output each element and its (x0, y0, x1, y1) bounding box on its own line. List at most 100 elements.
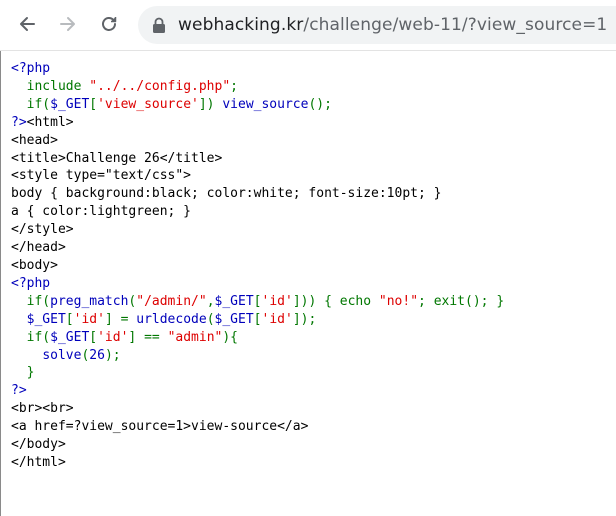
reload-icon (99, 14, 119, 34)
source-line: $_GET['id'] = urldecode($_GET['id']); (11, 311, 616, 329)
source-token (11, 79, 27, 94)
source-token: body { background:black; color:white; fo… (11, 186, 442, 202)
arrow-left-icon (17, 14, 37, 34)
source-token: $_GET (26, 311, 66, 327)
source-token: <body> (11, 257, 58, 273)
source-token: "/admin/" (136, 293, 207, 309)
source-line: <body> (11, 257, 616, 275)
source-token (11, 312, 27, 327)
source-token: 'id' (97, 329, 129, 345)
source-line: if($_GET['view_source']) view_source(); (11, 96, 616, 114)
source-token: ( (206, 311, 215, 327)
back-button[interactable] (12, 9, 42, 39)
arrow-right-icon (58, 14, 78, 34)
source-token: 26 (89, 347, 105, 363)
source-token: </html> (11, 454, 66, 470)
url-path: /challenge/web-11/?view_source=1 (303, 15, 608, 35)
source-token: view_source (222, 96, 309, 112)
source-token: "no!" (378, 293, 419, 309)
source-line: <head> (11, 132, 616, 150)
address-bar[interactable]: webhacking.kr/challenge/web-11/?view_sou… (138, 6, 616, 44)
source-token: if( (26, 96, 51, 112)
source-token (11, 365, 27, 380)
source-token: include (26, 78, 90, 94)
source-line: <title>Challenge 26</title> (11, 150, 616, 168)
source-line: if(preg_match("/admin/",$_GET['id'])) { … (11, 293, 616, 311)
source-token: $_GET (50, 96, 90, 112)
forward-button[interactable] (53, 9, 83, 39)
page-content: <?php include "../../config.php"; if($_G… (0, 51, 616, 516)
source-line: solve(26); (11, 347, 616, 365)
source-line: </head> (11, 239, 616, 257)
source-token: ; exit(); } (418, 293, 505, 309)
source-token: [ (89, 329, 98, 345)
source-line: <?php (11, 60, 616, 78)
source-token (11, 330, 27, 345)
source-token: , (206, 293, 215, 309)
source-token: ){ (222, 329, 239, 345)
source-token: (); (308, 96, 332, 112)
source-token: solve (42, 347, 82, 363)
url-text[interactable]: webhacking.kr/challenge/web-11/?view_sou… (178, 15, 607, 35)
php-source-code: <?php include "../../config.php"; if($_G… (1, 51, 616, 472)
source-line: <br><br> (11, 400, 616, 418)
source-token (11, 348, 42, 363)
source-line: ?> (11, 382, 616, 400)
source-line: body { background:black; color:white; fo… (11, 185, 616, 203)
source-token: </head> (11, 240, 66, 256)
source-line: a { color:lightgreen; } (11, 203, 616, 221)
source-token: <br><br> (11, 401, 74, 417)
source-line: <?php (11, 275, 616, 293)
source-token: ?> (11, 383, 27, 399)
source-token: [ (65, 311, 74, 327)
source-token: 'view_source' (97, 96, 199, 112)
source-token: ; (230, 78, 238, 94)
source-token: a { color:lightgreen; } (11, 204, 192, 220)
source-token (11, 97, 27, 112)
source-token: urldecode (136, 311, 207, 327)
source-token: </body> (11, 437, 66, 453)
source-token: ); (104, 347, 121, 363)
source-line: </style> (11, 221, 616, 239)
source-line: if($_GET['id'] == "admin"){ (11, 329, 616, 347)
source-token: ]); (292, 311, 317, 327)
source-token: 'id' (261, 293, 293, 309)
source-token: [ (253, 293, 262, 309)
source-line: ?><html> (11, 114, 616, 132)
source-token: <a href=?view_source=1>view-source</a> (11, 419, 309, 435)
source-token: [ (89, 96, 98, 112)
source-token: <html> (26, 114, 74, 130)
source-token: $_GET (214, 293, 254, 309)
lock-icon[interactable] (152, 16, 168, 34)
source-token: ] == (128, 329, 168, 345)
source-token: "../../config.php" (89, 78, 231, 94)
source-token: $_GET (50, 329, 90, 345)
source-token: ]) (198, 96, 223, 112)
source-token: if( (26, 329, 51, 345)
source-token: ])) { echo (292, 293, 379, 309)
source-token: <?php (11, 61, 51, 76)
source-token: [ (253, 311, 262, 327)
source-token: if( (26, 293, 51, 309)
source-line: include "../../config.php"; (11, 78, 616, 96)
source-token: ?> (11, 114, 27, 130)
browser-toolbar: webhacking.kr/challenge/web-11/?view_sou… (0, 0, 616, 51)
source-line: </body> (11, 436, 616, 454)
source-token: } (26, 365, 35, 381)
source-token: </style> (11, 222, 74, 238)
reload-button[interactable] (94, 9, 124, 39)
source-line: <style type="text/css"> (11, 167, 616, 185)
source-token: "admin" (167, 329, 223, 345)
source-token: 'id' (73, 311, 105, 327)
source-token: $_GET (214, 311, 254, 327)
source-token: <head> (11, 132, 58, 148)
source-token (11, 294, 27, 309)
source-token: 'id' (261, 311, 293, 327)
source-token: ] = (104, 311, 137, 327)
url-host: webhacking.kr (178, 15, 304, 35)
source-token: <style type="text/css"> (11, 168, 192, 184)
source-token: preg_match (50, 293, 129, 309)
source-line: } (11, 364, 616, 382)
source-line: </html> (11, 454, 616, 472)
source-line: <a href=?view_source=1>view-source</a> (11, 418, 616, 436)
